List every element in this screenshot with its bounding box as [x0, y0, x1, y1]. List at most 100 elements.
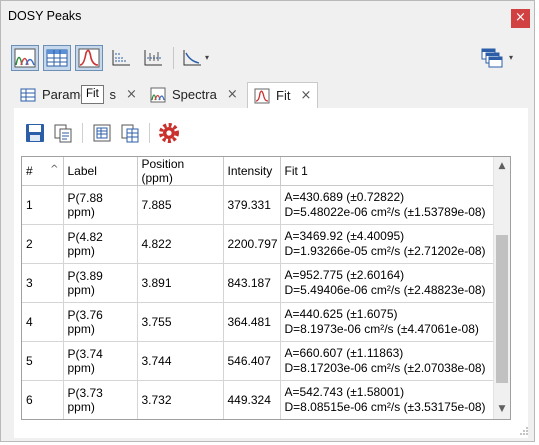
scrollbar-thumb[interactable] [496, 235, 508, 383]
fit-diffusion: D=8.1973e-06 cm²/s (±4.47061e-08) [284, 322, 479, 336]
fit-curve-button[interactable] [75, 45, 103, 71]
table-header-row: # ^ Label Position (ppm) Intensity Fit 1 [22, 157, 495, 186]
copy-button[interactable] [50, 120, 76, 146]
tab-spectra-close[interactable]: × [227, 87, 238, 102]
cell-position: 3.755 [137, 302, 224, 342]
cell-fit: A=3469.92 (±4.40095) D=1.93266e-05 cm²/s … [280, 224, 495, 264]
dosy-peaks-window: DOSY Peaks × ▾ ▾ Parame s × Spectra × Fi… [0, 0, 535, 442]
table-row[interactable]: 6 P(3.73 ppm) 3.732 449.324 A=542.743 (±… [22, 380, 495, 419]
table-view-button[interactable] [43, 45, 71, 71]
close-button[interactable]: × [511, 9, 530, 28]
fit-panel: # ^ Label Position (ppm) Intensity Fit 1 … [14, 108, 528, 438]
save-button[interactable] [22, 120, 48, 146]
cell-number: 1 [22, 185, 64, 225]
title-bar[interactable]: DOSY Peaks × [1, 1, 534, 33]
cell-label: P(3.89 ppm) [63, 263, 138, 303]
fit-curve-icon [78, 48, 100, 68]
axis-plot-button[interactable] [178, 45, 206, 71]
fit-amplitude: A=542.743 (±1.58001) [284, 385, 405, 399]
cell-position: 3.891 [137, 263, 224, 303]
cell-intensity: 546.407 [223, 341, 281, 381]
fit-diffusion: D=8.08515e-06 cm²/s (±3.53175e-08) [284, 400, 486, 414]
cell-fit: A=952.775 (±2.60164) D=5.49406e-06 cm²/s … [280, 263, 495, 303]
table-view-icon [46, 49, 68, 67]
windows-dropdown-arrow[interactable]: ▾ [509, 53, 513, 62]
cell-intensity: 843.187 [223, 263, 281, 303]
table-row[interactable]: 1 P(7.88 ppm) 7.885 379.331 A=430.689 (±… [22, 185, 495, 225]
tab-parameters-label-tail: s [109, 87, 117, 102]
copy-icon [54, 124, 72, 143]
cell-position: 4.822 [137, 224, 224, 264]
tab-spectra-label: Spectra [172, 87, 217, 102]
resize-grip-icon[interactable] [520, 427, 528, 435]
tab-fit-close[interactable]: × [300, 88, 311, 103]
cell-fit: A=440.625 (±1.6075) D=8.1973e-06 cm²/s (±… [280, 302, 495, 342]
vertical-scrollbar[interactable]: ▲ ▼ [493, 157, 510, 419]
cell-fit: A=660.607 (±1.11863) D=8.17203e-06 cm²/s … [280, 341, 495, 381]
sort-caret-icon: ^ [50, 164, 59, 175]
settings-gear-icon [159, 123, 179, 143]
tab-fit[interactable]: Fit × [247, 82, 319, 108]
spectrum-overlay-button[interactable] [11, 45, 39, 71]
decay-plot-button[interactable] [107, 45, 135, 71]
scroll-down-arrow[interactable]: ▼ [494, 401, 510, 418]
cell-label: P(3.73 ppm) [63, 380, 138, 419]
grid-icon [20, 88, 36, 101]
table-row[interactable]: 2 P(4.82 ppm) 4.822 2200.797 A=3469.92 (… [22, 224, 495, 264]
cell-fit: A=430.689 (±0.72822) D=5.48022e-06 cm²/s … [280, 185, 495, 225]
action-bar [22, 120, 322, 146]
fit-amplitude: A=430.689 (±0.72822) [284, 190, 405, 204]
spectra-icon [150, 87, 166, 102]
tooltip: Fit [81, 85, 104, 104]
windows-button[interactable] [480, 45, 504, 71]
cell-fit: A=542.743 (±1.58001) D=8.08515e-06 cm²/s … [280, 380, 495, 419]
column-header-number[interactable]: # ^ [22, 157, 64, 186]
cell-number: 4 [22, 302, 64, 342]
cell-intensity: 2200.797 [223, 224, 281, 264]
axis-dropdown-arrow[interactable]: ▾ [205, 53, 209, 62]
table-row[interactable]: 3 P(3.89 ppm) 3.891 843.187 A=952.775 (±… [22, 263, 495, 303]
peak-plot-icon [144, 50, 162, 66]
column-header-fit[interactable]: Fit 1 [280, 157, 495, 186]
column-header-position[interactable]: Position (ppm) [137, 157, 224, 186]
cell-label: P(3.76 ppm) [63, 302, 138, 342]
peaks-table: # ^ Label Position (ppm) Intensity Fit 1 … [21, 156, 511, 420]
tab-parameters-close[interactable]: × [126, 87, 137, 102]
action-separator [82, 123, 83, 143]
copy-table-button[interactable] [117, 120, 143, 146]
fit-diffusion: D=8.17203e-06 cm²/s (±2.07038e-08) [284, 361, 486, 375]
export-table-button[interactable] [89, 120, 115, 146]
tab-parameters[interactable]: Parame s × [14, 82, 143, 107]
cell-intensity: 379.331 [223, 185, 281, 225]
tab-fit-label: Fit [276, 88, 291, 103]
windows-stack-icon [481, 48, 503, 68]
cell-position: 3.732 [137, 380, 224, 419]
cell-intensity: 449.324 [223, 380, 281, 419]
column-header-intensity[interactable]: Intensity [223, 157, 281, 186]
tab-spectra[interactable]: Spectra × [144, 82, 244, 107]
action-separator [149, 123, 150, 143]
settings-button[interactable] [156, 120, 182, 146]
axis-plot-icon [183, 50, 201, 66]
fit-diffusion: D=5.49406e-06 cm²/s (±2.48823e-08) [284, 283, 486, 297]
cell-label: P(3.74 ppm) [63, 341, 138, 381]
cell-number: 3 [22, 263, 64, 303]
table-row[interactable]: 4 P(3.76 ppm) 3.755 364.481 A=440.625 (±… [22, 302, 495, 342]
column-header-label[interactable]: Label [63, 157, 138, 186]
cell-label: P(7.88 ppm) [63, 185, 138, 225]
cell-number: 5 [22, 341, 64, 381]
view-toolbar: ▾ ▾ [9, 41, 529, 73]
save-icon [26, 124, 44, 142]
fit-icon [254, 88, 270, 103]
cell-intensity: 364.481 [223, 302, 281, 342]
cell-number: 2 [22, 224, 64, 264]
peak-plot-button[interactable] [139, 45, 167, 71]
copy-table-icon [121, 124, 139, 143]
export-table-icon [93, 124, 111, 142]
cell-position: 7.885 [137, 185, 224, 225]
window-title: DOSY Peaks [8, 9, 82, 23]
table-row[interactable]: 5 P(3.74 ppm) 3.744 546.407 A=660.607 (±… [22, 341, 495, 381]
spectrum-overlay-icon [14, 48, 36, 68]
cell-position: 3.744 [137, 341, 224, 381]
scroll-up-arrow[interactable]: ▲ [494, 158, 510, 175]
